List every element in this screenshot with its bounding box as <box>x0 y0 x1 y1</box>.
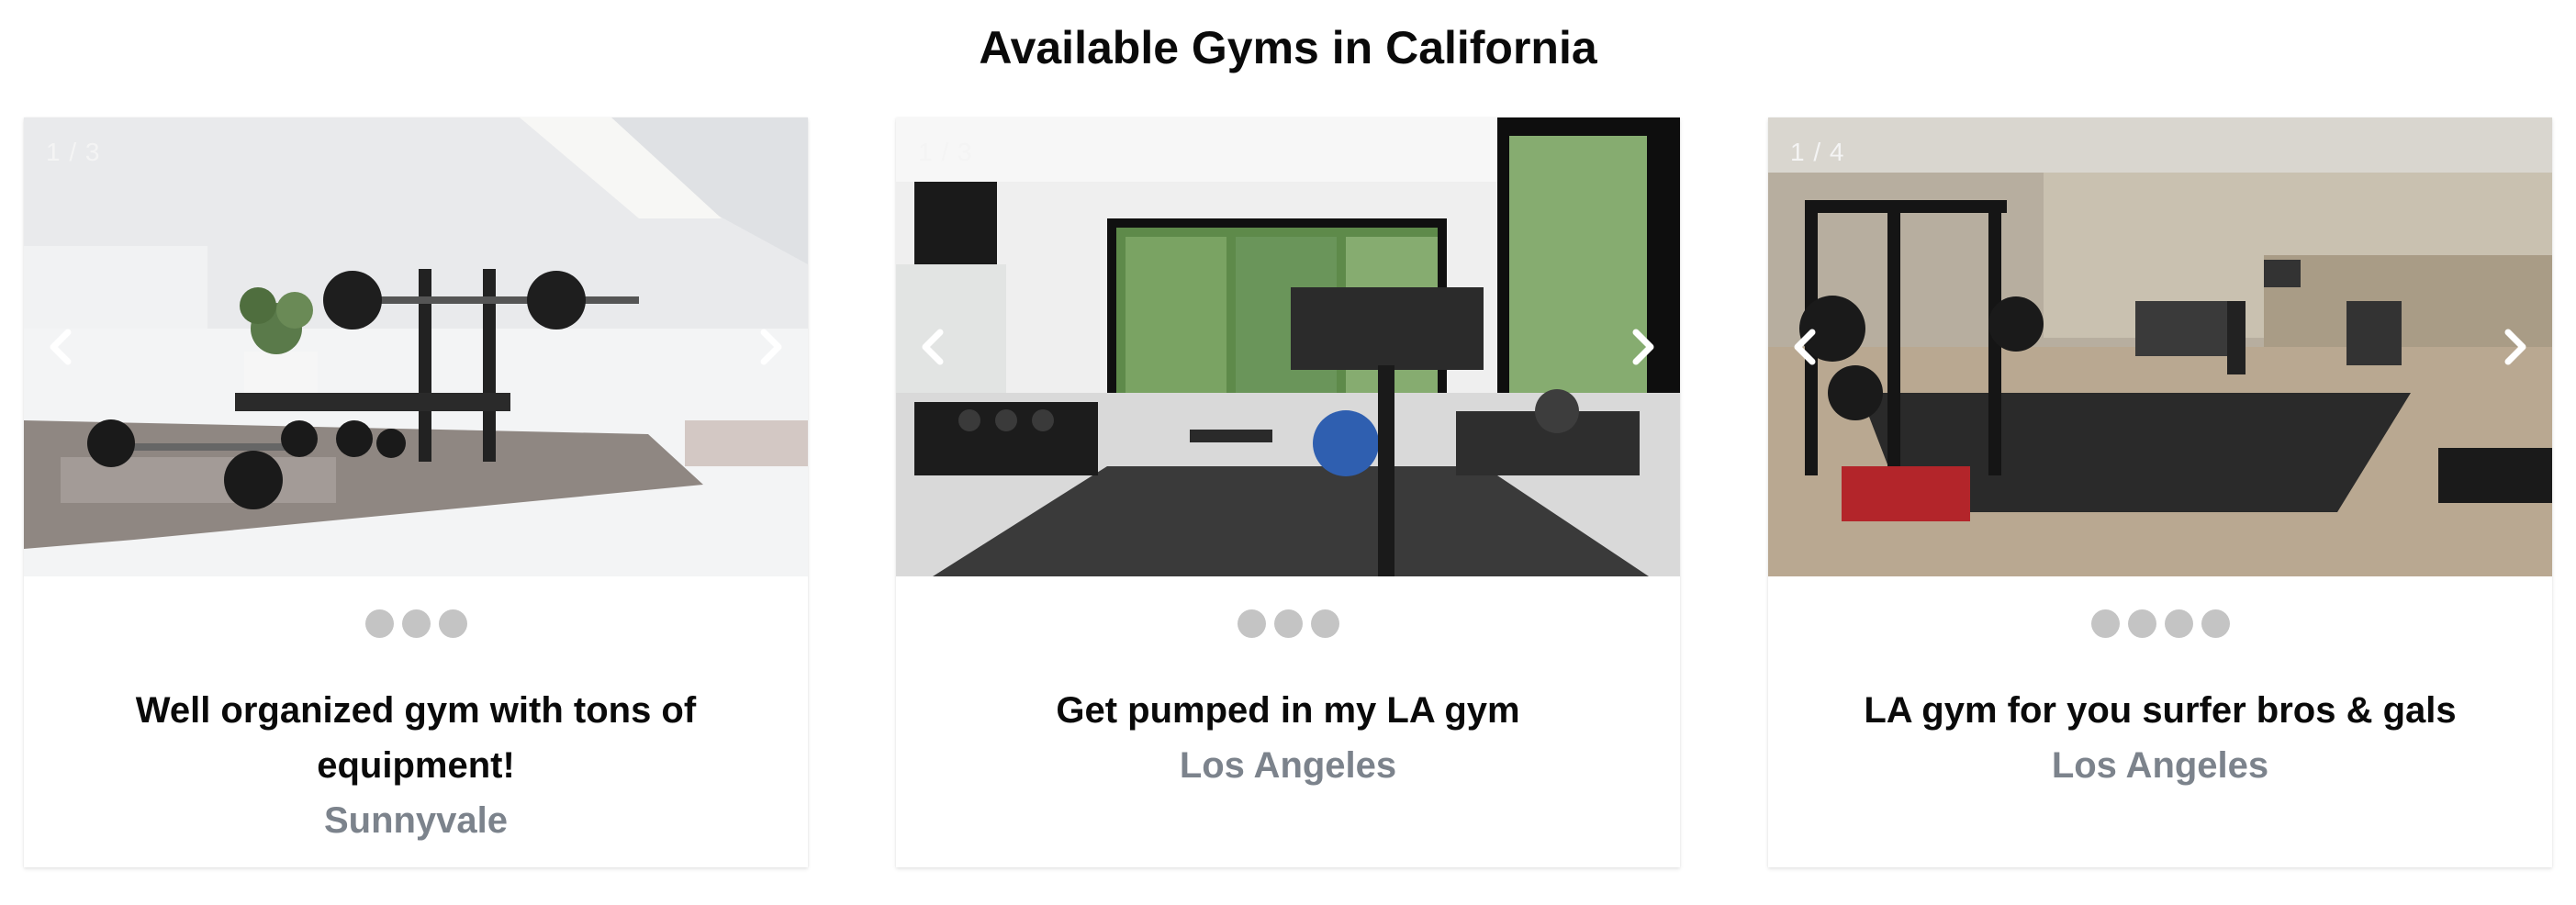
image-carousel[interactable]: 1 / 3 <box>896 117 1680 576</box>
carousel-dot[interactable] <box>364 609 394 638</box>
gym-photo <box>896 117 1680 576</box>
carousel-dots <box>1768 609 2552 639</box>
chevron-right-icon[interactable] <box>2488 321 2539 373</box>
carousel-dot[interactable] <box>2127 609 2156 638</box>
carousel-dot[interactable] <box>1273 609 1303 638</box>
gym-location: Sunnyvale <box>323 800 509 841</box>
chevron-right-icon[interactable] <box>744 321 795 373</box>
gym-photo <box>1768 117 2552 576</box>
gym-photo <box>24 117 808 576</box>
carousel-dot[interactable] <box>2164 609 2193 638</box>
chevron-left-icon[interactable] <box>909 321 960 373</box>
gym-title[interactable]: LA gym for you surfer bros & gals <box>1796 683 2525 738</box>
image-counter: 1 / 4 <box>1790 138 1845 166</box>
carousel-dot[interactable] <box>2201 609 2230 638</box>
gym-card[interactable]: 1 / 3 Get pumped in my LA gym Los Angele… <box>896 117 1680 867</box>
gym-location: Los Angeles <box>2051 745 2269 786</box>
gym-card[interactable]: 1 / 4 LA gym for you surfer bros & gals … <box>1768 117 2552 867</box>
image-counter: 1 / 3 <box>918 138 973 166</box>
carousel-dots <box>24 609 808 639</box>
carousel-dot[interactable] <box>401 609 431 638</box>
gym-title[interactable]: Get pumped in my LA gym <box>924 683 1652 738</box>
image-counter: 1 / 3 <box>46 138 101 166</box>
image-carousel[interactable]: 1 / 4 <box>1768 117 2552 576</box>
page-title: Available Gyms in California <box>979 22 1597 73</box>
carousel-dots <box>896 609 1680 639</box>
gym-location: Los Angeles <box>1179 745 1397 786</box>
gym-card[interactable]: 1 / 3 Well organized gym with tons of eq… <box>24 117 808 867</box>
chevron-left-icon[interactable] <box>1781 321 1832 373</box>
gym-title[interactable]: Well organized gym with tons of equipmen… <box>51 683 780 793</box>
carousel-dot[interactable] <box>438 609 467 638</box>
chevron-right-icon[interactable] <box>1616 321 1667 373</box>
image-carousel[interactable]: 1 / 3 <box>24 117 808 576</box>
chevron-left-icon[interactable] <box>37 321 88 373</box>
carousel-dot[interactable] <box>1310 609 1339 638</box>
carousel-dot[interactable] <box>2090 609 2120 638</box>
carousel-dot[interactable] <box>1237 609 1266 638</box>
